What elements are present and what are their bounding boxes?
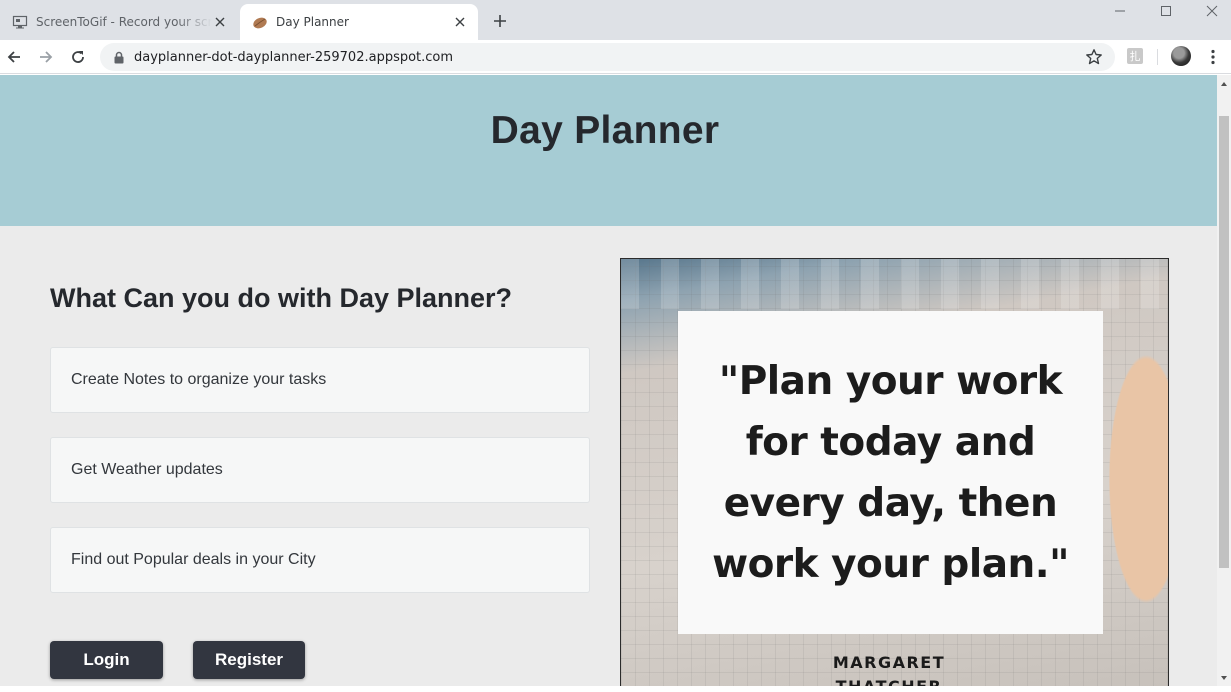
feature-label: Get Weather updates [71, 461, 223, 478]
lock-icon [113, 50, 125, 64]
url-text: dayplanner-dot-dayplanner-259702.appspot… [134, 49, 454, 65]
profile-avatar[interactable] [1171, 46, 1191, 66]
scroll-down-arrow-icon[interactable] [1217, 669, 1231, 686]
page-header: Day Planner [0, 75, 1217, 226]
feature-label: Find out Popular deals in your City [71, 551, 316, 568]
quote-line: work your plan." [712, 542, 1069, 587]
scroll-up-arrow-icon[interactable] [1217, 75, 1231, 92]
back-button[interactable] [4, 47, 24, 67]
tab-day-planner[interactable]: Day Planner [240, 4, 478, 40]
monitor-icon [12, 14, 28, 30]
browser-toolbar: dayplanner-dot-dayplanner-259702.appspot… [0, 40, 1231, 74]
new-tab-button[interactable] [490, 11, 510, 31]
feature-card-notes: Create Notes to organize your tasks [50, 347, 590, 413]
forward-button[interactable] [36, 47, 56, 67]
toolbar-divider [1157, 49, 1158, 65]
close-window-button[interactable] [1202, 2, 1222, 20]
extension-icon[interactable]: 扎 [1127, 48, 1143, 64]
maximize-button[interactable] [1156, 2, 1176, 20]
section-title: What Can you do with Day Planner? [50, 283, 513, 313]
quote-image: "Plan your work for today and every day,… [620, 258, 1169, 686]
leaf-icon [252, 14, 268, 30]
quote-line: every day, then [723, 481, 1058, 526]
author-line: THATCHER [621, 675, 1157, 686]
close-tab-icon[interactable] [452, 14, 468, 30]
quote-line: "Plan your work [718, 359, 1063, 404]
login-button[interactable]: Login [50, 641, 163, 679]
quote-text: "Plan your work for today and every day,… [678, 351, 1103, 595]
feature-label: Create Notes to organize your tasks [71, 371, 327, 388]
register-button[interactable]: Register [193, 641, 305, 679]
tab-strip: ScreenToGif - Record your screen Day Pla… [0, 0, 1231, 40]
kebab-menu-icon [1211, 49, 1215, 65]
reload-button[interactable] [68, 47, 88, 67]
quote-line: for today and [745, 420, 1036, 465]
scrollbar-thumb[interactable] [1219, 116, 1229, 568]
tab-title: Day Planner [276, 15, 349, 29]
quote-author: MARGARET THATCHER [621, 651, 1157, 686]
close-tab-icon[interactable] [212, 14, 228, 30]
window-bottom-edge [0, 686, 1231, 692]
bookmark-star-icon[interactable] [1085, 48, 1103, 66]
keyboard-blur [621, 259, 1168, 309]
tab-title: ScreenToGif - Record your screen [36, 15, 212, 29]
feature-card-deals: Find out Popular deals in your City [50, 527, 590, 593]
author-line: MARGARET [832, 653, 946, 672]
quote-card: "Plan your work for today and every day,… [678, 311, 1103, 634]
feature-card-weather: Get Weather updates [50, 437, 590, 503]
page-viewport: Day Planner What Can you do with Day Pla… [0, 75, 1217, 686]
browser-menu-button[interactable] [1203, 47, 1223, 67]
reload-icon [72, 51, 84, 63]
page-scrollbar[interactable] [1217, 75, 1231, 686]
tab-screentogif[interactable]: ScreenToGif - Record your screen [0, 4, 238, 40]
arrow-left-icon [7, 51, 20, 63]
page-title: Day Planner [490, 109, 720, 152]
arrow-right-icon [40, 51, 53, 63]
address-bar[interactable]: dayplanner-dot-dayplanner-259702.appspot… [100, 43, 1115, 71]
minimize-button[interactable] [1110, 2, 1130, 20]
